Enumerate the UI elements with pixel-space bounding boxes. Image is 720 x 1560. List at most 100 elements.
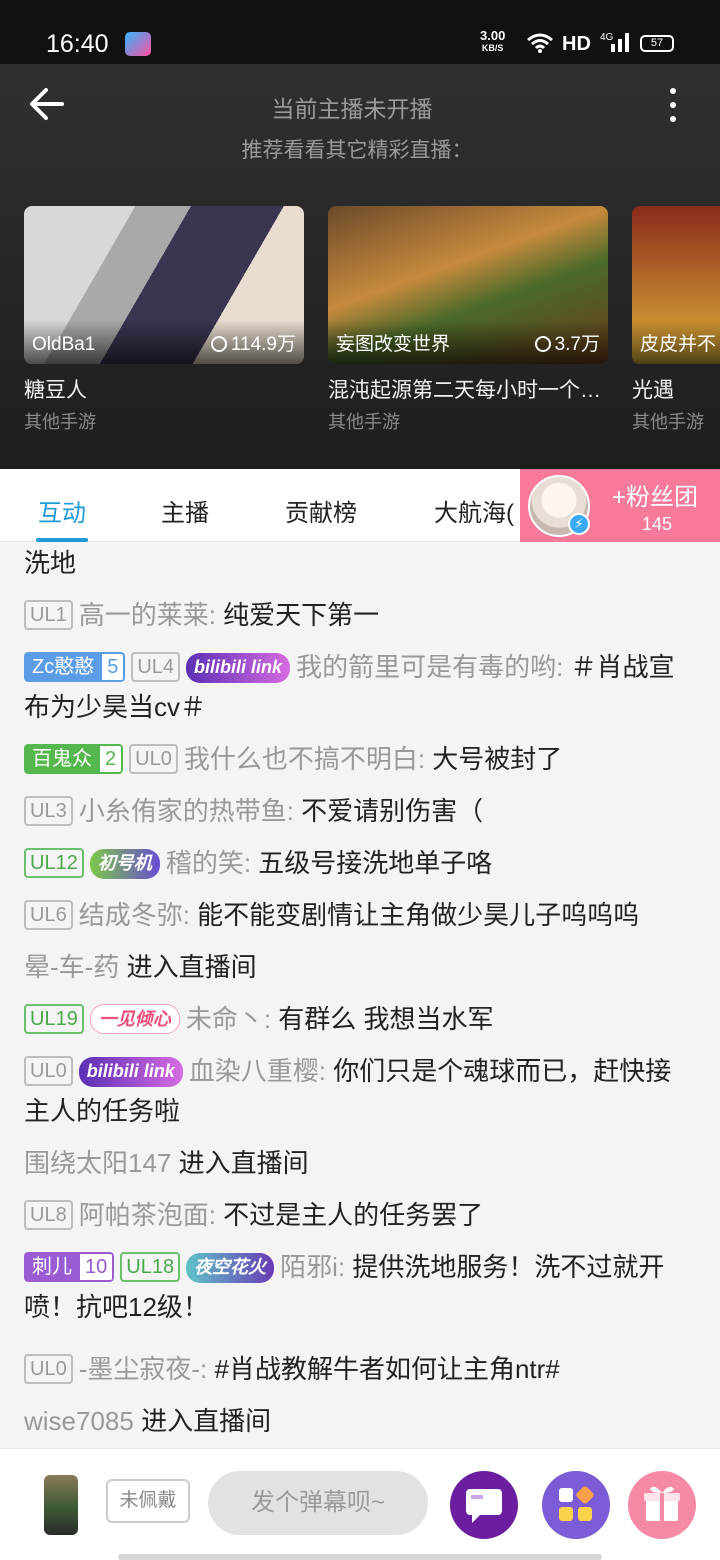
chat-username[interactable]: -墨尘寂夜-: xyxy=(79,1354,208,1384)
user-level-badge: UL3 xyxy=(24,796,73,826)
recommend-card[interactable]: OldBa1 114.9万 糖豆人 其他手游 xyxy=(24,206,304,434)
tab-contribution[interactable]: 贡献榜 xyxy=(285,493,357,528)
tab-active-indicator xyxy=(36,538,88,542)
signal-icon: 4G xyxy=(600,32,629,52)
user-avatar[interactable] xyxy=(44,1475,78,1535)
title-badge: 一见倾心 xyxy=(89,1004,180,1034)
chat-bubble-button[interactable] xyxy=(450,1471,518,1539)
chat-username[interactable]: 我的箭里可是有毒的哟: xyxy=(296,652,563,682)
chat-username[interactable]: 陌邪i: xyxy=(280,1252,345,1282)
gift-button[interactable] xyxy=(628,1471,696,1539)
chat-message: 洗地 xyxy=(24,543,696,583)
chat-text: 进入直播间 xyxy=(126,952,257,982)
tab-streamer[interactable]: 主播 xyxy=(161,493,209,528)
net-speed-unit: KB/S xyxy=(481,43,504,53)
chat-text: 进入直播间 xyxy=(178,1148,309,1178)
gift-icon xyxy=(644,1486,680,1521)
recommend-title: 糖豆人 xyxy=(24,379,87,402)
recommend-anchor: 妄图改变世界 xyxy=(336,334,451,355)
chat-list[interactable]: 洗地 UL1 高一的莱莱: 纯爱天下第一 Zc憨憨 5 UL4 bilibili lin… xyxy=(0,543,720,1448)
recommend-card[interactable]: 皮皮并不 光遇 其他手游 xyxy=(632,206,720,434)
title-badge: 夜空花火 xyxy=(186,1253,275,1283)
chat-message: Zc憨憨 5 UL4 bilibili link 我的箭里可是有毒的哟: ＃肖战宣布为少… xyxy=(24,647,696,727)
viewers-icon xyxy=(210,336,227,352)
recommend-thumbnail: OldBa1 114.9万 xyxy=(24,206,304,364)
viewers-icon xyxy=(534,336,551,352)
recommend-views: 3.7万 xyxy=(534,329,600,356)
recommend-thumbnail: 皮皮并不 xyxy=(632,206,720,364)
chat-text: #肖战教解牛者如何让主角ntr# xyxy=(214,1354,560,1384)
chat-username[interactable]: 小糸侑家的热带鱼: xyxy=(79,796,294,826)
interaction-button[interactable] xyxy=(542,1471,610,1539)
fan-medal-name: Zc憨憨 xyxy=(24,652,101,682)
chat-username[interactable]: 结成冬弥: xyxy=(79,900,190,930)
medal-wear-button[interactable]: 未佩戴 xyxy=(106,1479,190,1523)
chat-message: 刺儿 10 UL18 夜空花火 陌邪i: 提供洗地服务！洗不过就开喷！抗吧12级！ xyxy=(24,1247,696,1327)
recommend-thumbnail: 妄图改变世界 3.7万 xyxy=(328,206,608,364)
recommend-anchor: OldBa1 xyxy=(32,334,96,355)
fan-medal: 百鬼众 2 xyxy=(24,744,124,774)
chat-message: 晕-车-药 进入直播间 xyxy=(24,947,696,987)
recommend-views-value: 3.7万 xyxy=(554,334,600,355)
fan-medal-level: 2 xyxy=(98,744,124,774)
chat-text: 能不能变剧情让主角做少昊儿子呜呜呜 xyxy=(197,900,640,930)
hd-indicator: HD xyxy=(562,33,591,55)
fan-club-label: +粉丝团 xyxy=(612,484,699,511)
chat-message: UL0 bilibili link 血染八重樱: 你们只是个魂球而已，赶快接主人的任… xyxy=(24,1051,696,1131)
chat-username[interactable]: 稽的笑: xyxy=(166,848,251,878)
chat-username[interactable]: wise7085 xyxy=(24,1406,134,1436)
fan-medal-name: 百鬼众 xyxy=(24,744,98,774)
recommend-card[interactable]: 妄图改变世界 3.7万 混沌起源第二天每小时一个… 其他手游 xyxy=(328,206,608,434)
fan-medal-level: 5 xyxy=(100,652,126,682)
recommend-views: 114.9万 xyxy=(210,329,296,356)
net-speed: 3.00 KB/S xyxy=(480,28,506,54)
recommend-category: 其他手游 xyxy=(24,412,96,432)
tab-guard[interactable]: 大航海( xyxy=(434,493,514,528)
user-level-badge: UL0 xyxy=(24,1354,73,1384)
chat-message: UL0 -墨尘寂夜-: #肖战教解牛者如何让主角ntr# xyxy=(24,1349,696,1389)
offline-subtitle: 推荐看看其它精彩直播： xyxy=(241,139,473,162)
chat-username[interactable]: 血染八重樱: xyxy=(189,1056,326,1086)
chat-message: 围绕太阳147 进入直播间 xyxy=(24,1143,696,1183)
recommend-title: 光遇 xyxy=(632,379,674,402)
fan-medal: Zc憨憨 5 xyxy=(24,652,126,682)
clock: 16:40 xyxy=(46,30,109,58)
chat-username[interactable]: 晕-车-药 xyxy=(24,952,119,982)
network-type: 4G xyxy=(600,32,614,43)
title-badge: 初号机 xyxy=(89,849,160,879)
title-badge: bilibili link xyxy=(78,1057,183,1087)
chat-text: 有群么 我想当水军 xyxy=(278,1004,494,1034)
user-level-badge: UL6 xyxy=(24,900,73,930)
user-level-badge: UL8 xyxy=(24,1200,73,1230)
chat-username[interactable]: 未命丶: xyxy=(186,1004,271,1034)
chat-text: 洗地 xyxy=(24,548,77,578)
bottom-bar: 未佩戴 发个弹幕呗~ xyxy=(0,1448,720,1560)
wifi-icon xyxy=(527,33,553,53)
user-level-badge: UL1 xyxy=(24,600,73,630)
chat-text: 五级号接洗地单子咯 xyxy=(258,848,493,878)
chat-username[interactable]: 围绕太阳147 xyxy=(24,1148,171,1178)
user-level-badge: UL18 xyxy=(120,1252,181,1282)
recommend-title: 混沌起源第二天每小时一个… xyxy=(328,379,601,402)
recommend-category: 其他手游 xyxy=(632,412,704,432)
chat-username[interactable]: 高一的莱莱: xyxy=(79,600,216,630)
fan-medal-name: 刺儿 xyxy=(24,1252,78,1282)
chat-message: wise7085 进入直播间 xyxy=(24,1401,696,1441)
fan-club-button[interactable]: ⚡ +粉丝团 145 xyxy=(520,469,720,542)
recommend-anchor: 皮皮并不 xyxy=(640,334,717,355)
chat-text: 纯爱天下第一 xyxy=(223,600,380,630)
chat-message: UL3 小糸侑家的热带鱼: 不爱请别伤害（ xyxy=(24,791,696,831)
chat-message: 百鬼众 2 UL0 我什么也不搞不明白: 大号被封了 xyxy=(24,739,696,779)
chat-message: UL6 结成冬弥: 能不能变剧情让主角做少昊儿子呜呜呜 xyxy=(24,895,696,935)
chat-message: UL12 初号机 稽的笑: 五级号接洗地单子咯 xyxy=(24,843,696,883)
chat-text: 进入直播间 xyxy=(141,1406,272,1436)
apps-icon xyxy=(559,1486,594,1521)
chat-username[interactable]: 我什么也不搞不明白: xyxy=(184,744,425,774)
chat-text: 大号被封了 xyxy=(432,744,563,774)
bilibili-notification-icon xyxy=(125,32,151,56)
danmaku-input[interactable]: 发个弹幕呗~ xyxy=(208,1471,428,1535)
net-speed-value: 3.00 xyxy=(480,28,506,43)
chat-text: 不过是主人的任务罢了 xyxy=(223,1200,484,1230)
chat-username[interactable]: 阿帕茶泡面: xyxy=(79,1200,216,1230)
tab-interaction[interactable]: 互动 xyxy=(38,493,86,528)
